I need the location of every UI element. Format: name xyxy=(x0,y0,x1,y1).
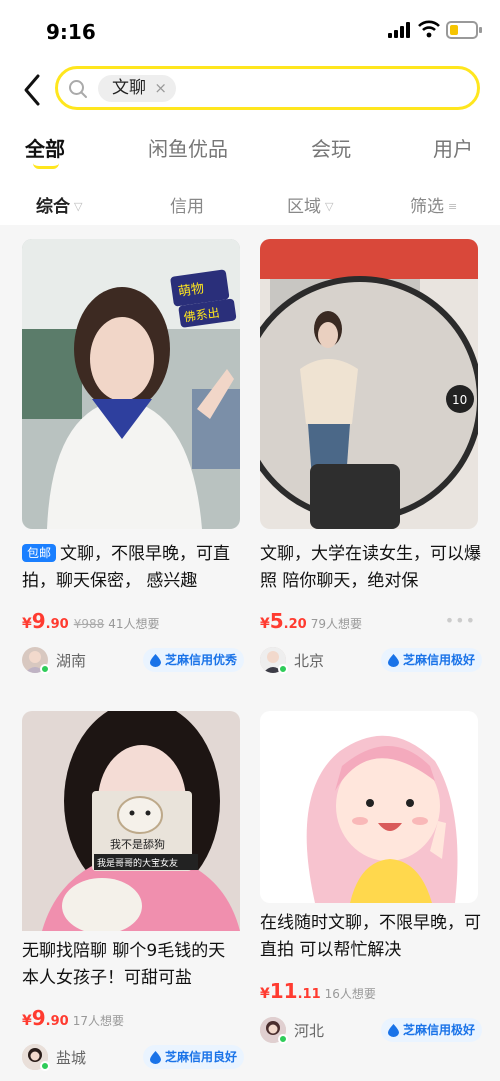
sort-filter-bar: 综合 ▽ 信用 区域 ▽ 筛选 ≡ xyxy=(0,188,500,218)
battery-icon xyxy=(446,21,482,39)
price-row: ¥5.20 79人想要 ••• xyxy=(260,609,478,633)
tab-play[interactable]: 会玩 xyxy=(311,133,351,162)
active-tab-indicator xyxy=(33,163,59,169)
tab-xianyu-picks[interactable]: 闲鱼优品 xyxy=(148,133,228,162)
product-image[interactable]: 10 xyxy=(260,239,478,529)
filter-icon: ≡ xyxy=(448,200,458,213)
free-shipping-badge: 包邮 xyxy=(22,544,57,562)
credit-badge: 芝麻信用优秀 xyxy=(142,648,244,672)
wifi-icon xyxy=(418,20,440,38)
product-title[interactable]: 包邮 文聊，不限早晚，可直拍，聊天保密， 感兴趣 xyxy=(22,541,244,595)
status-time: 9:16 xyxy=(46,20,96,44)
original-price: ¥988 xyxy=(73,617,105,631)
seller-row[interactable]: 河北 芝麻信用极好 xyxy=(260,1017,482,1045)
drop-icon xyxy=(149,654,161,667)
filter-screen[interactable]: 筛选 ≡ xyxy=(410,192,457,217)
clear-query-icon[interactable]: × xyxy=(154,75,167,102)
chevron-down-icon: ▽ xyxy=(74,200,83,213)
svg-text:我不是舔狗: 我不是舔狗 xyxy=(110,838,165,851)
product-price: ¥9.90 xyxy=(22,1006,69,1030)
chevron-down-icon: ▽ xyxy=(325,200,334,213)
product-title[interactable]: 文聊，大学在读女生，可以爆照 陪你聊天，绝对保 xyxy=(260,541,482,595)
seller-row[interactable]: 北京 芝麻信用极好 xyxy=(260,647,482,675)
product-price: ¥9.90 xyxy=(22,609,69,633)
credit-badge: 芝麻信用良好 xyxy=(142,1045,244,1069)
price-row: ¥9.90 ¥988 41人想要 xyxy=(22,609,240,633)
filter-credit[interactable]: 信用 xyxy=(170,192,204,217)
price-row: ¥11.11 16人想要 xyxy=(260,979,478,1003)
seller-region: 河北 xyxy=(294,1022,325,1040)
product-price: ¥11.11 xyxy=(260,979,321,1003)
online-indicator xyxy=(40,1061,50,1071)
want-count: 79人想要 xyxy=(310,617,362,631)
want-count: 41人想要 xyxy=(108,617,160,631)
drop-icon xyxy=(387,654,399,667)
online-indicator xyxy=(40,664,50,674)
category-tabs: 全部 闲鱼优品 会玩 用户 xyxy=(0,130,500,170)
header: 9:16 文聊 × 全部 闲鱼优品 会玩 用户 综合 ▽ 信用 区域 ▽ 筛选 … xyxy=(0,0,500,225)
back-arrow-icon[interactable] xyxy=(18,72,48,108)
seller-row[interactable]: 湖南 芝麻信用优秀 xyxy=(22,647,244,675)
product-price: ¥5.20 xyxy=(260,609,307,633)
credit-badge: 芝麻信用极好 xyxy=(380,648,482,672)
credit-badge: 芝麻信用极好 xyxy=(380,1018,482,1042)
product-title[interactable]: 在线随时文聊，不限早晚，可直拍 可以帮忙解决 xyxy=(260,910,482,964)
status-bar: 9:16 xyxy=(0,0,500,60)
more-options-icon[interactable]: ••• xyxy=(445,611,476,630)
seller-region: 盐城 xyxy=(56,1049,87,1067)
filter-region[interactable]: 区域 ▽ xyxy=(287,192,333,217)
product-image[interactable] xyxy=(260,711,478,903)
drop-icon xyxy=(387,1024,399,1037)
seller-row[interactable]: 盐城 芝麻信用良好 xyxy=(22,1044,244,1072)
search-box[interactable]: 文聊 × xyxy=(55,66,480,110)
online-indicator xyxy=(278,664,288,674)
svg-text:我是哥哥的大宝女友: 我是哥哥的大宝女友 xyxy=(97,857,178,869)
seller-region: 北京 xyxy=(294,652,325,670)
search-query-chip[interactable]: 文聊 × xyxy=(98,75,176,102)
seller-region: 湖南 xyxy=(56,652,87,670)
drop-icon xyxy=(149,1051,161,1064)
search-icon xyxy=(69,80,87,98)
want-count: 17人想要 xyxy=(72,1014,124,1028)
product-image[interactable]: 萌物 佛系出 xyxy=(22,239,240,529)
want-count: 16人想要 xyxy=(324,987,376,1001)
online-indicator xyxy=(278,1034,288,1044)
filter-comprehensive[interactable]: 综合 ▽ xyxy=(36,192,82,217)
search-query: 文聊 xyxy=(112,78,146,98)
svg-text:10: 10 xyxy=(452,393,467,407)
signal-icon xyxy=(388,22,410,38)
tab-users[interactable]: 用户 xyxy=(433,133,473,162)
product-title[interactable]: 无聊找陪聊 聊个9毛钱的天 本人女孩子！可甜可盐 xyxy=(22,938,244,992)
tab-all[interactable]: 全部 xyxy=(25,133,65,162)
price-row: ¥9.90 17人想要 xyxy=(22,1006,240,1030)
